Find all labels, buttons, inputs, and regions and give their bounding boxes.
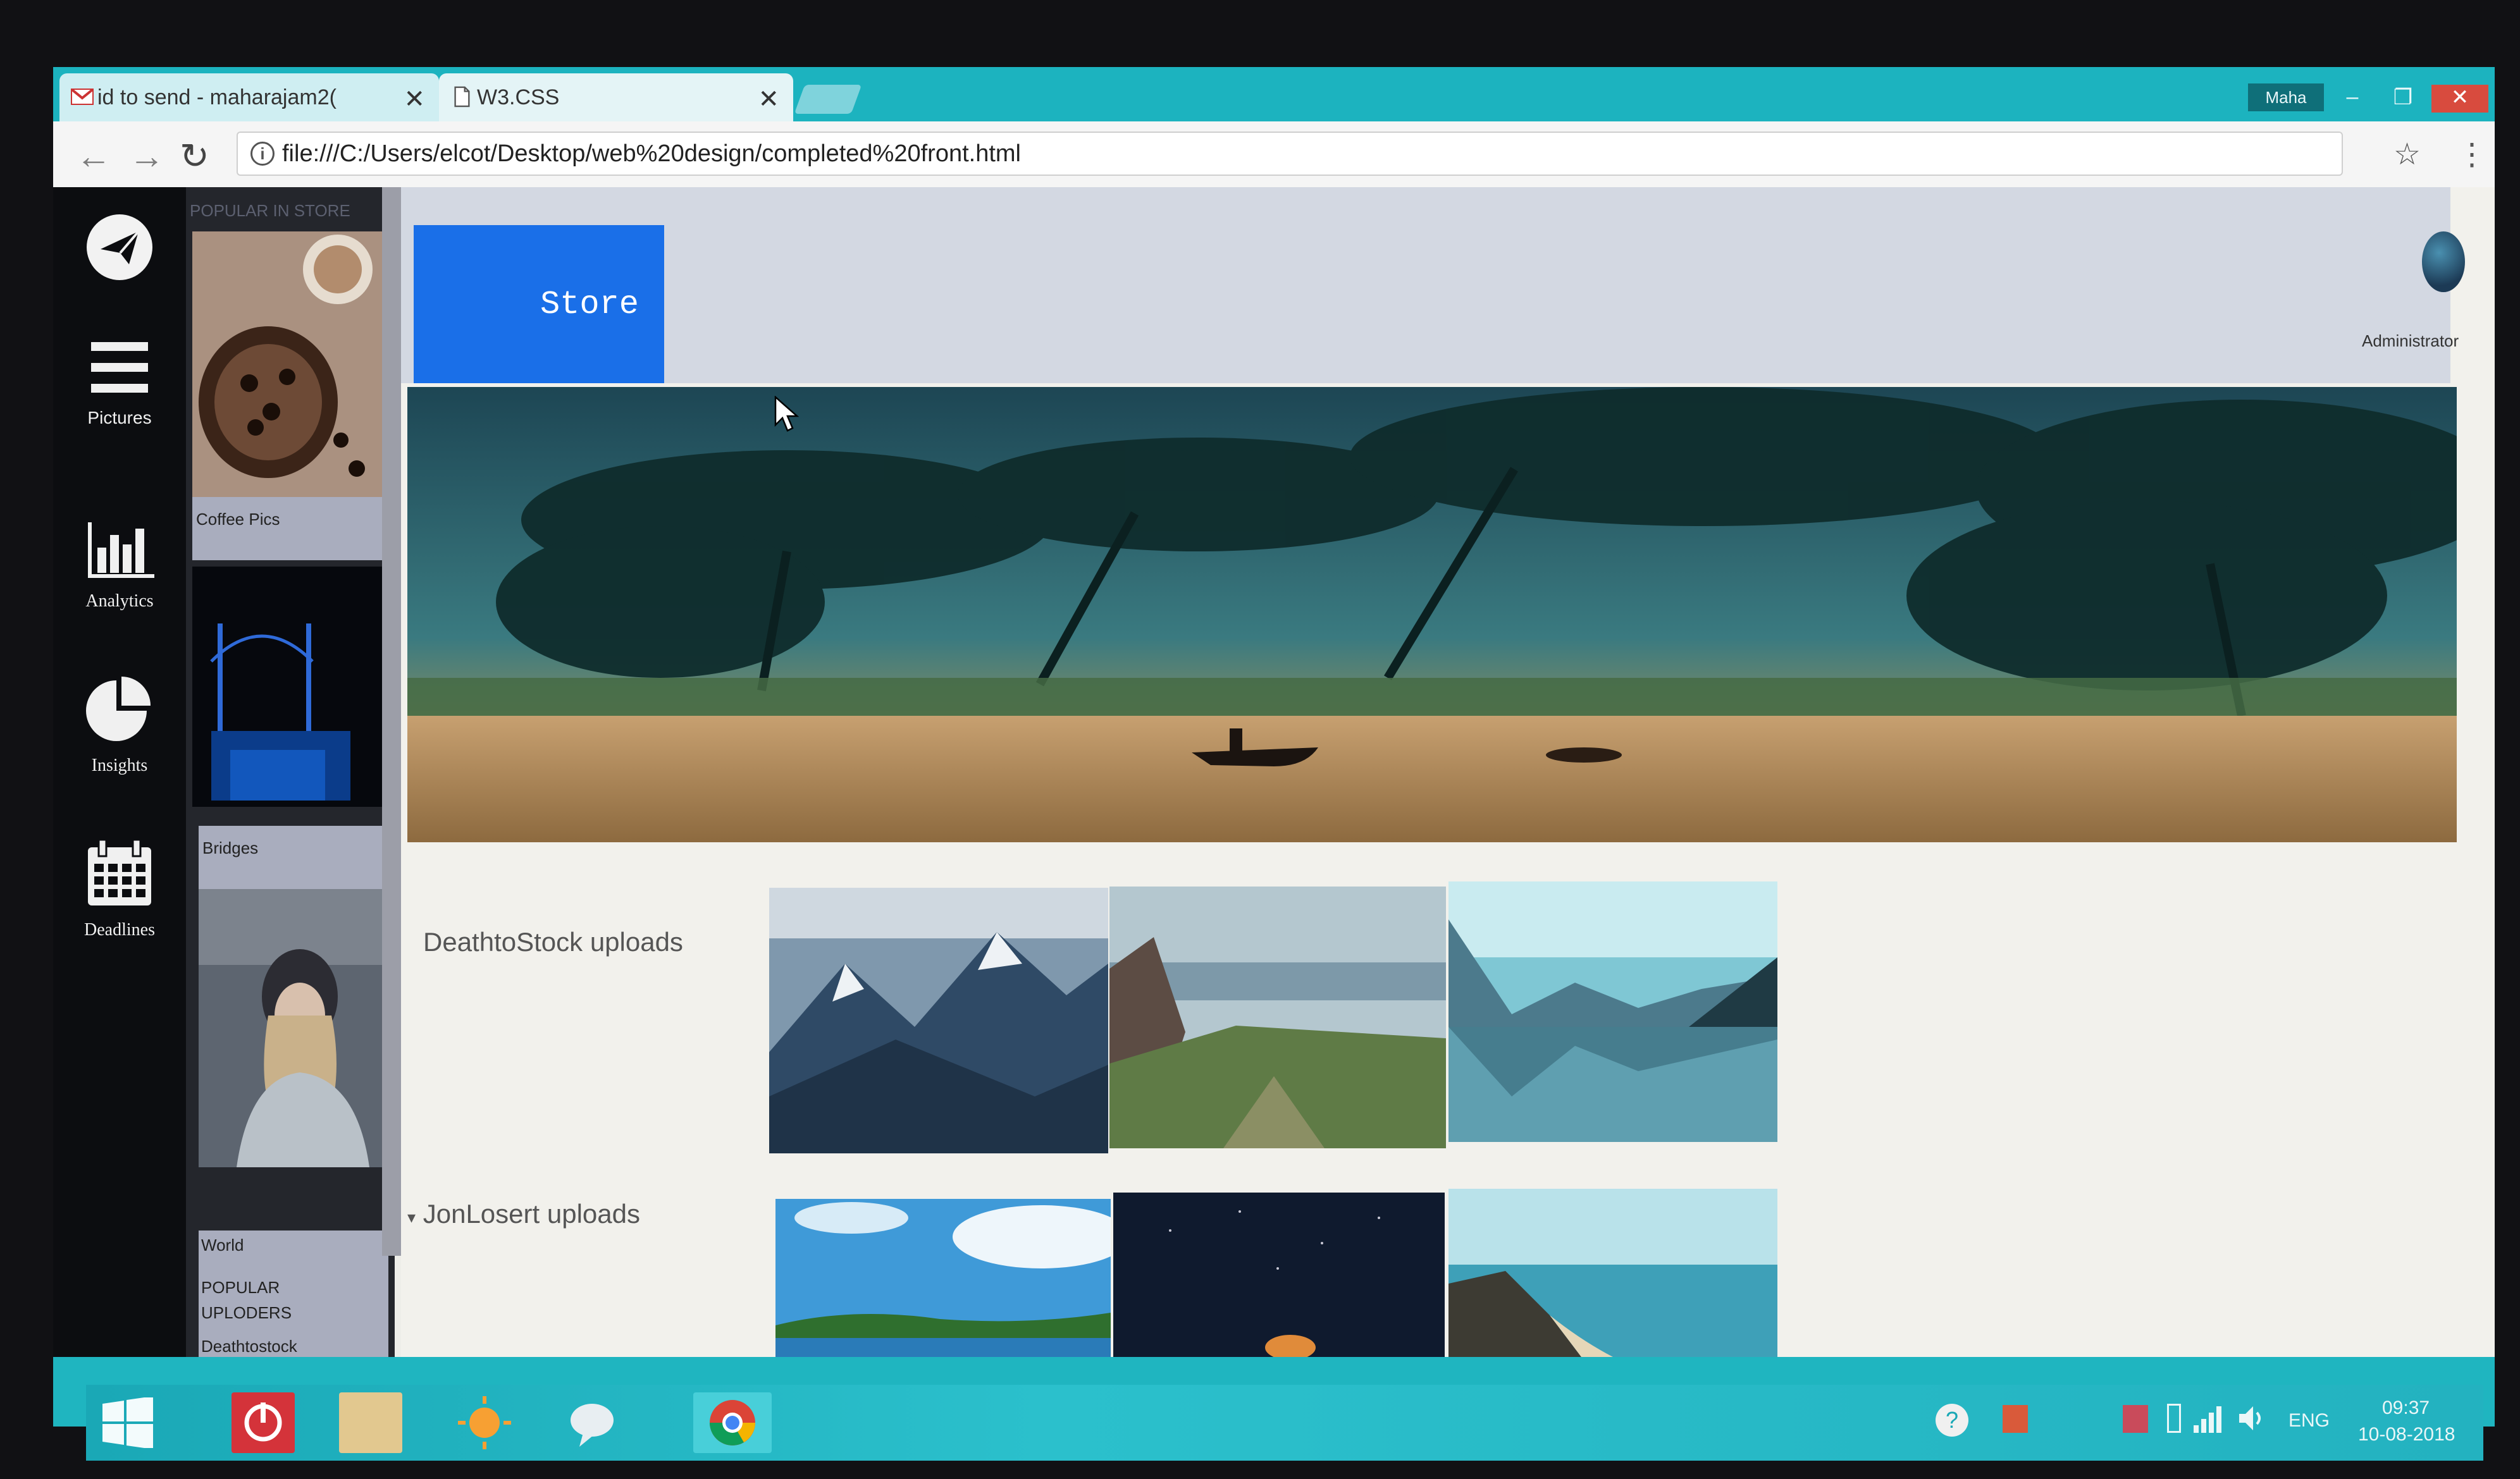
thumb-coastline[interactable]	[1448, 1189, 1777, 1357]
section-label-deathtostock: DeathtoStock uploads	[423, 927, 683, 957]
thumb-valley-view[interactable]	[1109, 887, 1446, 1148]
taskbar: ? ENG 09:37 10-08-2018	[86, 1385, 2483, 1461]
minimize-button[interactable]: –	[2330, 85, 2375, 113]
sidebar-item-pictures[interactable]: Pictures	[53, 339, 186, 428]
admin-label: Administrator	[2362, 331, 2459, 350]
hamburger-menu-icon	[91, 342, 148, 393]
tab-w3css[interactable]: W3.CSS ✕	[439, 73, 793, 121]
popular-heading: POPULAR IN STORE	[190, 201, 350, 220]
portrait-image[interactable]	[199, 889, 388, 1167]
start-windows-icon[interactable]	[101, 1397, 154, 1448]
clock-date[interactable]: 10-08-2018	[2358, 1424, 2455, 1445]
sidebar-item-label: Analytics	[85, 591, 154, 611]
reload-icon[interactable]: ↻	[180, 135, 209, 177]
gmail-icon	[71, 89, 94, 105]
browser-window: id to send - maharajam2( ✕ W3.CSS ✕ Maha…	[53, 67, 2495, 1427]
address-bar[interactable]: i file:///C:/Users/elcot/Desktop/web%20d…	[237, 132, 2343, 176]
language-indicator[interactable]: ENG	[2288, 1410, 2330, 1432]
tab-label: W3.CSS	[477, 85, 560, 109]
svg-text:?: ?	[1946, 1407, 1958, 1433]
calendar-icon	[88, 838, 151, 905]
info-icon[interactable]: i	[250, 142, 275, 166]
restore-button[interactable]: ❐	[2381, 85, 2425, 113]
signal-icon[interactable]	[2192, 1402, 2224, 1439]
chrome-app-icon[interactable]	[693, 1392, 772, 1453]
sidebar-item-deadlines[interactable]: Deadlines	[53, 838, 186, 940]
main-content: Store Administrator DeathtoStock uploads…	[401, 187, 2495, 1357]
pie-chart-icon	[86, 677, 151, 741]
paper-plane-icon	[87, 214, 152, 280]
popular-in-store-panel: POPULAR IN STORE Coffee Pics Bridges Wor…	[186, 187, 395, 1357]
browser-toolbar: ← → ↻ i file:///C:/Users/elcot/Desktop/w…	[53, 121, 2495, 187]
page-viewport: Pictures Analytics Insights Deadlines PO…	[53, 187, 2495, 1357]
tab-strip: id to send - maharajam2( ✕ W3.CSS ✕ Maha…	[53, 67, 2495, 121]
popular-uploaders-panel: World POPULAR UPLODERS Deathtostock	[199, 1230, 388, 1357]
uploader-item[interactable]: Deathtostock	[201, 1337, 297, 1356]
section-label-jonlosert[interactable]: ▾ JonLosert uploads	[407, 1199, 640, 1229]
store-button[interactable]: Store	[414, 225, 664, 383]
coffee-image[interactable]	[192, 231, 388, 497]
file-explorer-icon[interactable]	[339, 1392, 402, 1453]
new-tab-button[interactable]	[794, 85, 862, 114]
battery-icon[interactable]	[2167, 1404, 2181, 1433]
clock-time[interactable]: 09:37	[2382, 1397, 2430, 1419]
tab-label: id to send - maharajam2(	[97, 85, 337, 109]
popular-item-world[interactable]: World	[201, 1236, 244, 1255]
bridge-image[interactable]	[192, 567, 388, 807]
tab-close-icon[interactable]: ✕	[758, 85, 779, 114]
tab-close-icon[interactable]: ✕	[404, 85, 425, 114]
sidebar-item-insights[interactable]: Insights	[53, 674, 186, 776]
back-arrow-icon[interactable]: ←	[76, 135, 111, 176]
sidebar-item-label: Insights	[91, 756, 148, 775]
bookmark-star-icon[interactable]: ☆	[2393, 137, 2421, 172]
thumb-mountain-peaks[interactable]	[769, 888, 1108, 1153]
sun-app-icon[interactable]	[453, 1392, 516, 1453]
sidebar-item-analytics[interactable]: Analytics	[53, 516, 186, 611]
volume-icon[interactable]	[2237, 1402, 2268, 1439]
document-icon	[454, 86, 470, 107]
chat-app-icon[interactable]	[560, 1392, 624, 1453]
flag-icon[interactable]	[2123, 1405, 2148, 1433]
tray-app-icon[interactable]	[2003, 1405, 2028, 1433]
panel-scrollbar[interactable]	[382, 187, 401, 1256]
icon-sidebar: Pictures Analytics Insights Deadlines	[53, 187, 186, 1357]
section-title: JonLosert uploads	[423, 1199, 640, 1229]
browser-menu-icon[interactable]: ⋮	[2457, 137, 2487, 172]
avatar[interactable]	[2422, 231, 2465, 292]
bar-chart-icon	[88, 522, 154, 578]
window-close-button[interactable]: ✕	[2431, 85, 2488, 113]
hero-banner-image	[407, 387, 2457, 842]
tab-gmail[interactable]: id to send - maharajam2( ✕	[59, 73, 439, 121]
sidebar-item-send[interactable]	[53, 212, 186, 285]
sidebar-item-label: Deadlines	[84, 920, 155, 940]
help-icon[interactable]: ?	[1933, 1401, 1971, 1444]
forward-arrow-icon[interactable]: →	[129, 135, 164, 176]
url-text: file:///C:/Users/elcot/Desktop/web%20des…	[282, 140, 1021, 167]
chevron-down-icon: ▾	[407, 1208, 416, 1227]
mouse-cursor-icon	[774, 396, 800, 432]
sidebar-item-label: Pictures	[87, 408, 152, 427]
thumb-night-fire[interactable]	[1113, 1193, 1445, 1357]
thumb-sky-lake[interactable]	[775, 1199, 1111, 1357]
power-app-icon[interactable]	[232, 1392, 295, 1453]
popular-item-coffee-pics[interactable]: Coffee Pics	[192, 497, 388, 560]
thumb-lake-reflection[interactable]	[1448, 881, 1777, 1142]
store-header: Store Administrator	[401, 187, 2465, 383]
uploaders-heading: POPULAR UPLODERS	[201, 1278, 292, 1322]
popular-item-bridges[interactable]: Bridges	[199, 826, 395, 889]
profile-badge[interactable]: Maha	[2248, 83, 2324, 111]
